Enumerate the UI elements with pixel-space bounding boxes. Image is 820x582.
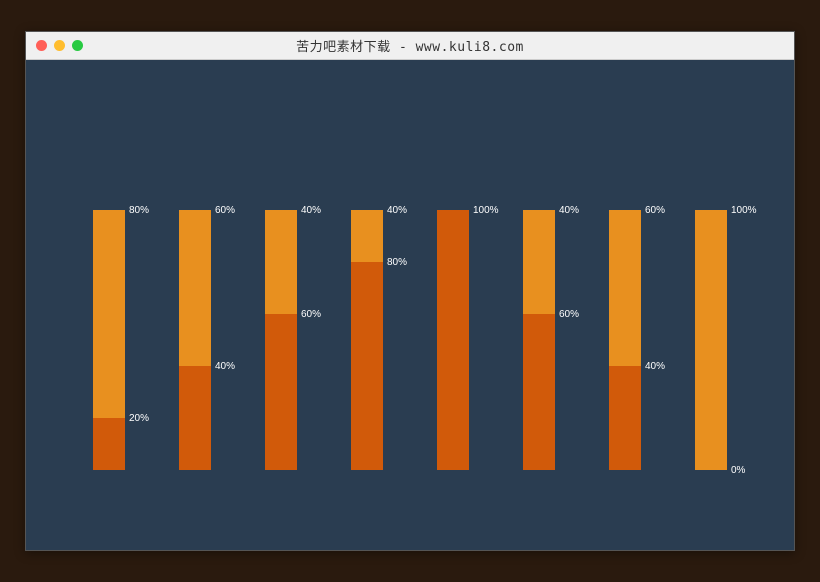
app-window: 苦力吧素材下载 - www.kuli8.com 80%20%60%40%40%6…	[25, 31, 795, 551]
close-icon[interactable]	[36, 40, 47, 51]
bar-bottom-label: 60%	[559, 309, 579, 320]
bar-bottom-segment: 20%	[93, 418, 125, 470]
bar-top-label: 80%	[129, 205, 149, 216]
bar-bottom-label: 40%	[215, 361, 235, 372]
bar-top-segment: 40%	[265, 210, 297, 314]
bar-top-segment: 40%	[523, 210, 555, 314]
bar-0: 80%20%	[93, 210, 125, 470]
bar-top-label: 100%	[473, 205, 499, 216]
bar-3: 40%80%	[351, 210, 383, 470]
titlebar: 苦力吧素材下载 - www.kuli8.com	[26, 32, 794, 60]
chart-area: 80%20%60%40%40%60%40%80%100%40%60%60%40%…	[26, 60, 794, 550]
bar-top-label: 40%	[301, 205, 321, 216]
bar-bottom-label: 20%	[129, 413, 149, 424]
bar-top-segment: 100%	[437, 210, 469, 470]
bar-4: 100%	[437, 210, 469, 470]
bar-bottom-segment: 40%	[179, 366, 211, 470]
bar-bottom-segment: 80%	[351, 262, 383, 470]
bar-6: 60%40%	[609, 210, 641, 470]
bar-bottom-label: 40%	[645, 361, 665, 372]
bar-top-label: 60%	[215, 205, 235, 216]
bar-top-label: 40%	[387, 205, 407, 216]
bar-7: 100%0%	[695, 210, 727, 470]
bar-top-segment: 40%	[351, 210, 383, 262]
bar-bottom-segment: 40%	[609, 366, 641, 470]
bar-top-label: 100%	[731, 205, 757, 216]
bar-top-segment: 80%	[93, 210, 125, 418]
bar-bottom-label: 0%	[731, 465, 745, 476]
bar-bottom-segment: 60%	[523, 314, 555, 470]
bar-2: 40%60%	[265, 210, 297, 470]
bar-top-segment: 60%	[179, 210, 211, 366]
window-title: 苦力吧素材下载 - www.kuli8.com	[26, 36, 794, 55]
bar-top-segment: 100%0%	[695, 210, 727, 470]
bar-bottom-segment: 60%	[265, 314, 297, 470]
bar-5: 40%60%	[523, 210, 555, 470]
bar-top-label: 60%	[645, 205, 665, 216]
bar-1: 60%40%	[179, 210, 211, 470]
traffic-lights	[26, 40, 83, 51]
bar-top-segment: 60%	[609, 210, 641, 366]
zoom-icon[interactable]	[72, 40, 83, 51]
bar-bottom-label: 80%	[387, 257, 407, 268]
bar-bottom-label: 60%	[301, 309, 321, 320]
bar-top-label: 40%	[559, 205, 579, 216]
minimize-icon[interactable]	[54, 40, 65, 51]
